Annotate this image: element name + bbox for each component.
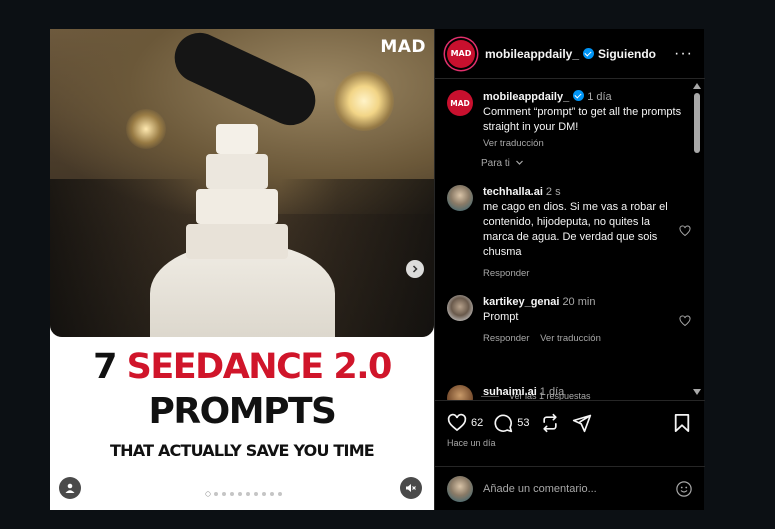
post-photo[interactable]: MAD: [50, 29, 434, 337]
carousel-dot: [222, 492, 226, 496]
heart-icon[interactable]: [447, 413, 467, 433]
carousel-dot: [206, 492, 210, 496]
comment-time: 2 s: [545, 186, 561, 198]
scroll-thumb[interactable]: [694, 93, 700, 153]
comments-count[interactable]: 53: [517, 417, 529, 429]
post-sidebar: MAD mobileappdaily_ Siguiendo ··· MAD mo…: [434, 29, 705, 510]
comment-text: Prompt: [483, 311, 519, 323]
headline-number: 7: [93, 347, 117, 387]
reply-button[interactable]: Responder: [483, 333, 529, 344]
carousel-dot: [270, 492, 274, 496]
post-actions: 62 53 Hace un día: [435, 400, 705, 510]
share-icon[interactable]: [572, 413, 592, 433]
comment-time: 1 día: [539, 386, 565, 398]
caption-text: Comment “prompt” to get all the prompts …: [483, 106, 682, 133]
current-user-avatar: [447, 476, 473, 502]
scroll-up-arrow-icon[interactable]: [693, 83, 701, 89]
scroll-down-arrow-icon[interactable]: [693, 389, 701, 395]
comment-like-icon[interactable]: [679, 315, 691, 327]
headline-line1: 7 SEEDANCE 2.0: [50, 347, 434, 387]
watermark-logo: MAD: [380, 37, 426, 57]
comment-username[interactable]: suhaimi.ai: [483, 386, 537, 398]
verified-badge-icon: [573, 90, 585, 101]
headline-subline: THAT ACTUALLY SAVE YOU TIME: [110, 441, 375, 460]
commenter-avatar[interactable]: [447, 185, 473, 211]
headline-line2: PROMPTS: [148, 391, 337, 432]
carousel-dot: [214, 492, 218, 496]
carousel-dot: [262, 492, 266, 496]
likes-count[interactable]: 62: [471, 417, 483, 429]
comments-scrollbar[interactable]: [693, 83, 701, 395]
speaker-muted-icon: [406, 484, 416, 492]
carousel-dot: [278, 492, 282, 496]
carousel-dots: [206, 492, 282, 496]
caption-time: 1 día: [587, 91, 612, 103]
reply-button[interactable]: Responder: [483, 266, 687, 281]
chandelier-small: [126, 109, 166, 149]
user-icon: [65, 483, 75, 493]
comment-time: 20 min: [562, 296, 596, 308]
comment-item: kartikey_genai 20 min Prompt Responder Ve…: [447, 295, 691, 346]
author-avatar[interactable]: MAD: [447, 39, 475, 68]
caption-avatar[interactable]: MAD: [447, 90, 473, 116]
caption-username[interactable]: mobileappdaily_: [483, 91, 569, 103]
carousel-dot: [238, 492, 242, 496]
commenter-avatar[interactable]: [447, 385, 473, 400]
caption: MAD mobileappdaily_ 1 día Comment “prompt…: [447, 90, 687, 151]
comment-translate[interactable]: Ver traducción: [540, 333, 601, 344]
mute-button[interactable]: [400, 477, 422, 499]
emoji-icon[interactable]: [675, 480, 693, 498]
comment-item: techhalla.ai 2 s me cago en dios. Si me v…: [447, 185, 691, 281]
post-header: MAD mobileappdaily_ Siguiendo ···: [435, 29, 705, 79]
carousel-dot: [230, 492, 234, 496]
chandelier: [334, 71, 394, 131]
post-date: Hace un día: [447, 438, 496, 448]
carousel-next-button[interactable]: [406, 260, 424, 278]
comment-username[interactable]: techhalla.ai: [483, 186, 543, 198]
carousel-dot: [246, 492, 250, 496]
following-button[interactable]: Siguiendo: [598, 47, 656, 61]
post-modal: MAD 7 SEEDANCE 2.0 PROMPTS THAT ACTUALLY…: [50, 29, 705, 510]
bookmark-icon: [674, 414, 690, 432]
verified-badge-icon: [583, 48, 595, 59]
comments-list[interactable]: MAD mobileappdaily_ 1 día Comment “prompt…: [435, 80, 705, 400]
post-media: MAD 7 SEEDANCE 2.0 PROMPTS THAT ACTUALLY…: [50, 29, 434, 510]
comment-like-icon[interactable]: [679, 225, 691, 237]
comment-username[interactable]: kartikey_genai: [483, 296, 559, 308]
add-comment-row: [435, 466, 705, 511]
save-button[interactable]: [673, 413, 691, 433]
chevron-right-icon: [412, 265, 418, 273]
comment-item: suhaimi.ai 1 día: [447, 385, 687, 400]
comment-icon[interactable]: [493, 413, 513, 433]
tagged-users-button[interactable]: [59, 477, 81, 499]
repost-icon[interactable]: [540, 413, 560, 433]
caption-translate[interactable]: Ver traducción: [483, 136, 687, 151]
commenter-avatar[interactable]: [447, 295, 473, 321]
carousel-dot: [254, 492, 258, 496]
comment-input[interactable]: [483, 483, 675, 495]
headline-red-text: SEEDANCE 2.0: [126, 347, 393, 387]
comment-text: me cago en dios. Si me vas a robar el co…: [483, 201, 668, 258]
author-username[interactable]: mobileappdaily_: [485, 47, 579, 61]
for-you-filter[interactable]: Para ti: [481, 158, 524, 169]
chevron-down-icon: [515, 160, 523, 165]
more-options-icon[interactable]: ···: [674, 45, 693, 63]
